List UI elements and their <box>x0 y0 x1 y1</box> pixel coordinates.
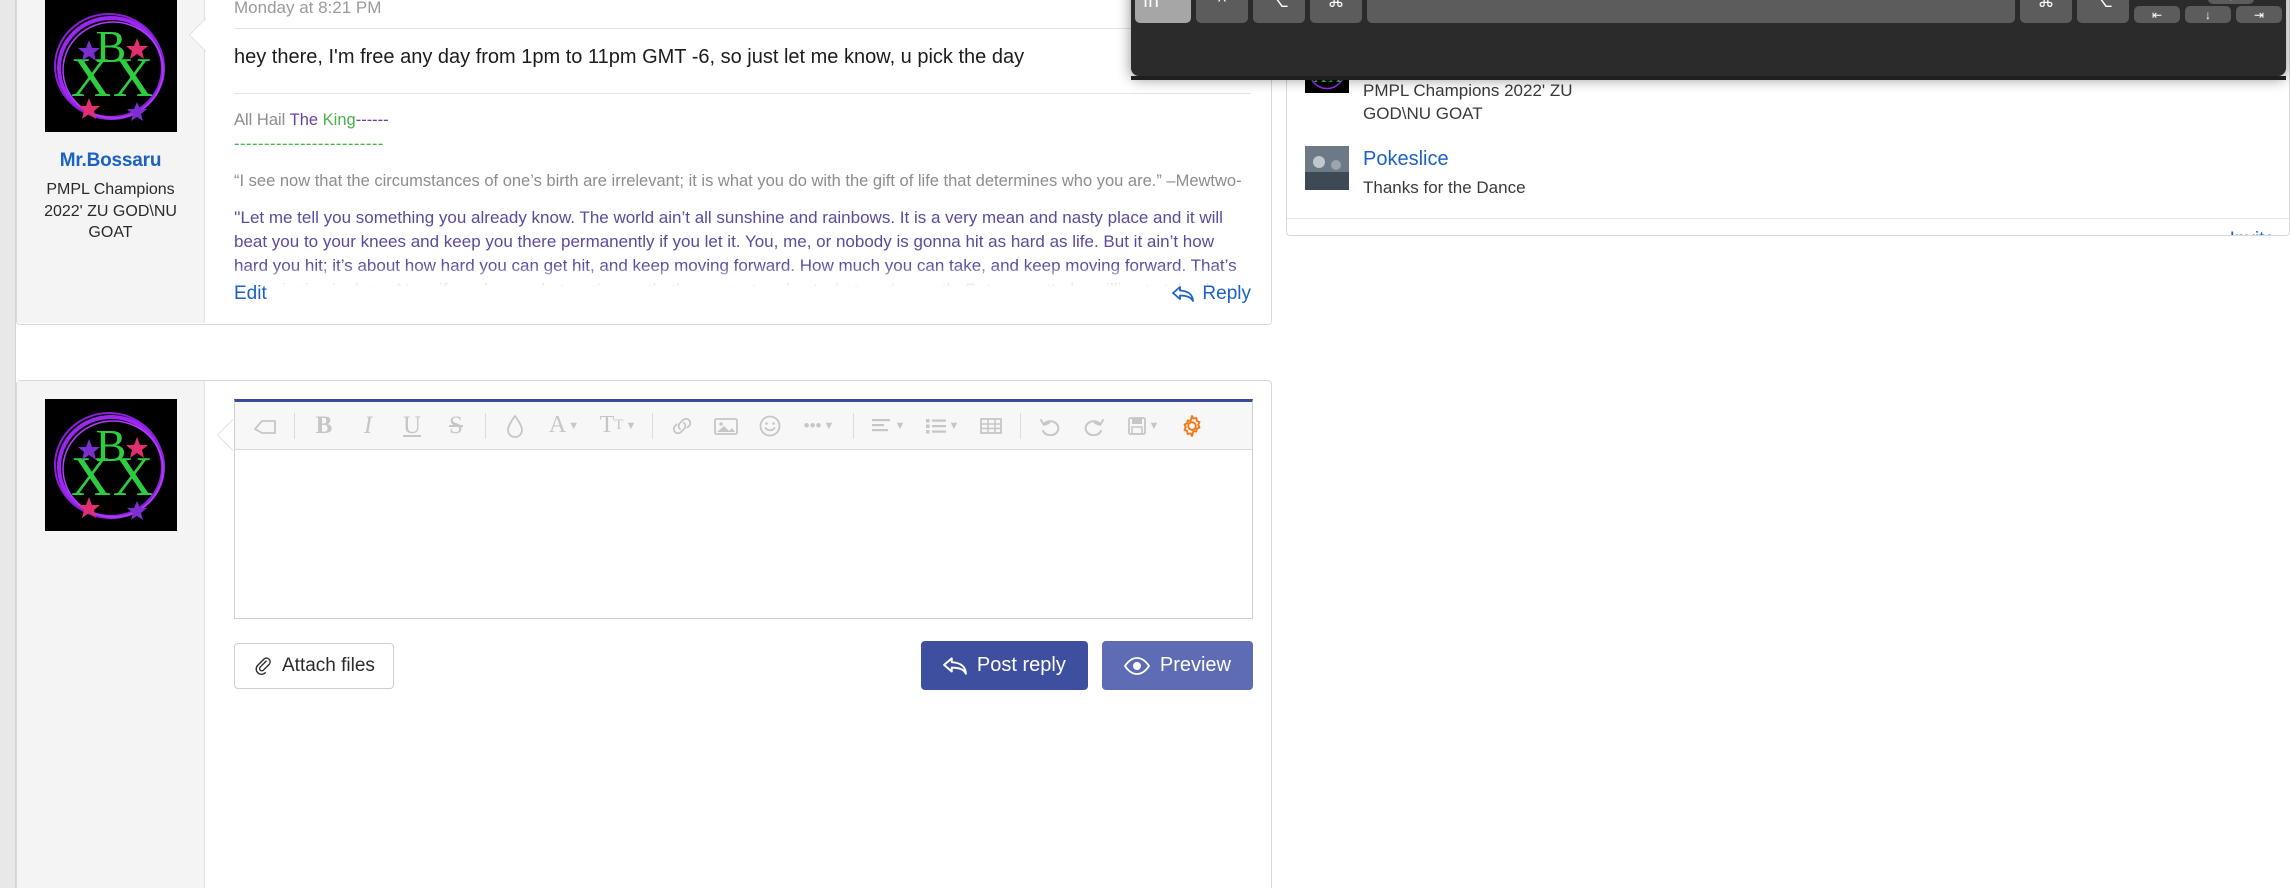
undo-icon[interactable] <box>1028 404 1072 448</box>
message-card: B X X Mr.Bossaru PMPL Champions 2022' ZU… <box>16 0 1272 325</box>
message-content-area: Monday at 8:21 PM hey there, I'm free an… <box>190 0 1271 323</box>
post-reply-label: Post reply <box>976 654 1066 676</box>
reply-arrow-icon <box>1172 286 1195 302</box>
italic-icon[interactable]: I <box>346 404 390 448</box>
reply-arrow-icon <box>943 656 967 675</box>
editor-text-area[interactable] <box>235 450 1252 618</box>
participant-name[interactable]: Pokeslice <box>1363 148 1603 171</box>
sig-all-hail: All Hail <box>234 111 290 129</box>
bold-icon[interactable]: B <box>302 404 346 448</box>
rich-text-editor: B I U S A ▼ T T ▼ ••• ▼ ▼ ▼ ▼ <box>234 399 1253 619</box>
preview-button[interactable]: Preview <box>1101 641 1253 690</box>
speech-arrow-icon <box>218 419 234 451</box>
speech-arrow-icon <box>190 18 207 52</box>
edit-button[interactable]: Edit <box>234 283 267 305</box>
author-title: PMPL Champions 2022' ZU GOD\NU GOAT <box>44 181 177 242</box>
reply-button[interactable]: Reply <box>1172 283 1251 305</box>
message-timestamp[interactable]: Monday at 8:21 PM <box>206 0 1271 28</box>
participant-title: PMPL Champions 2022' ZU GOD\NU GOAT <box>1363 81 1573 123</box>
emoji-icon[interactable] <box>748 404 792 448</box>
attach-files-button[interactable]: Attach files <box>234 642 394 689</box>
key-command-left[interactable]: ⌘ <box>1310 0 1362 23</box>
reply-label: Reply <box>1202 283 1251 304</box>
key-arrow-down[interactable]: ↓ <box>2185 6 2231 23</box>
message-actions: Edit Reply <box>206 265 1271 323</box>
signature-divider <box>234 93 1251 94</box>
author-username[interactable]: Mr.Bossaru <box>60 150 162 172</box>
attach-files-label: Attach files <box>282 654 375 676</box>
avatar-artwork-icon <box>1305 145 1349 190</box>
editor-author-column: B X X <box>17 381 205 888</box>
key-arrow-left[interactable]: ⇤ <box>2134 6 2180 23</box>
text-align-icon[interactable]: ▼ <box>861 404 915 448</box>
insert-image-icon[interactable] <box>704 404 748 448</box>
participant-row[interactable]: Pokeslice Thanks for the Dance <box>1287 132 2289 206</box>
insert-link-icon[interactable] <box>660 404 704 448</box>
editor-footer: Attach files Post reply Preview <box>234 641 1253 690</box>
text-color-icon[interactable] <box>493 404 537 448</box>
sig-the: The <box>289 111 323 129</box>
underline-icon[interactable]: U <box>390 404 434 448</box>
forum-conversation-page: B X X Mr.Bossaru PMPL Champions 2022' ZU… <box>0 0 2290 888</box>
font-family-icon[interactable]: A ▼ <box>537 404 591 448</box>
key-control[interactable]: ^ <box>1196 0 1248 23</box>
signature-quote-mewtwo: “I see now that the circumstances of one… <box>234 171 1242 190</box>
sig-king: King <box>322 111 356 129</box>
key-command-right[interactable]: ⌘ <box>2020 0 2072 23</box>
reply-editor-card: B X X B I U S A ▼ T T ▼ ••• ▼ ▼ ▼ ▼ Atta… <box>16 380 1272 888</box>
settings-gear-icon[interactable] <box>1170 404 1214 448</box>
editor-submit-group: Post reply Preview <box>920 641 1253 690</box>
key-option-right[interactable]: ⌥ <box>2077 0 2129 23</box>
avatar[interactable] <box>1305 145 1349 190</box>
key-space[interactable] <box>1367 0 2015 23</box>
participant-title: Thanks for the Dance <box>1363 177 1526 197</box>
signature-heading: All Hail The King------ <box>234 108 1251 132</box>
key-arrow-up[interactable]: ↑ <box>2208 0 2254 4</box>
avatar[interactable]: B X X <box>44 0 177 132</box>
avatar-artwork-icon: B X X <box>44 399 177 531</box>
editor-toolbar: B I U S A ▼ T T ▼ ••• ▼ ▼ ▼ ▼ <box>235 402 1252 450</box>
message-text: hey there, I'm free any day from 1pm to … <box>234 46 1025 68</box>
list-icon[interactable]: ▼ <box>915 404 969 448</box>
toolbar-separator <box>1020 412 1021 439</box>
redo-icon[interactable] <box>1072 404 1116 448</box>
key-fn[interactable]: fn <box>1135 0 1191 23</box>
toolbar-separator <box>853 412 854 439</box>
key-option-left[interactable]: ⌥ <box>1253 0 1305 23</box>
participant-info: Pokeslice Thanks for the Dance <box>1363 146 1603 200</box>
font-size-icon[interactable]: T T ▼ <box>591 404 645 448</box>
insert-table-icon[interactable] <box>969 404 1013 448</box>
macos-keyboard-viewer[interactable]: ⇧ z x c v b n m , . / ⇧ fn ^ ⌥ ⌘ ⌘ ⌥ ↑ <box>1131 0 2286 76</box>
left-page-gutter <box>0 0 16 888</box>
remove-formatting-icon[interactable] <box>243 404 287 448</box>
post-reply-button[interactable]: Post reply <box>920 641 1088 690</box>
sig-dashes-2: ------------------------- <box>234 135 384 154</box>
editor-body: B I U S A ▼ T T ▼ ••• ▼ ▼ ▼ ▼ Attach fil… <box>206 381 1271 888</box>
toolbar-separator <box>485 412 486 439</box>
avatar-artwork-icon: B X X <box>44 0 177 132</box>
paperclip-icon <box>255 656 271 675</box>
keyboard-shadow-strip <box>1131 76 2286 80</box>
message-author-column: B X X Mr.Bossaru PMPL Champions 2022' ZU… <box>17 0 205 323</box>
sig-dashes-1: ------ <box>355 111 389 129</box>
eye-icon <box>1123 656 1150 675</box>
keyboard-row-modifiers: fn ^ ⌥ ⌘ ⌘ ⌥ ↑ ⇤ ↓ ⇥ <box>1135 0 2282 23</box>
arrow-key-cluster: ↑ ⇤ ↓ ⇥ <box>2134 0 2282 23</box>
invite-button[interactable]: Invite <box>1287 219 2289 235</box>
more-options-icon[interactable]: ••• ▼ <box>792 404 846 448</box>
preview-label: Preview <box>1159 654 1231 676</box>
avatar[interactable]: B X X <box>44 399 177 531</box>
toolbar-separator <box>652 412 653 439</box>
draft-icon[interactable]: ▼ <box>1116 404 1170 448</box>
toolbar-separator <box>294 412 295 439</box>
strikethrough-icon[interactable]: S <box>434 404 478 448</box>
key-arrow-right[interactable]: ⇥ <box>2236 6 2282 23</box>
